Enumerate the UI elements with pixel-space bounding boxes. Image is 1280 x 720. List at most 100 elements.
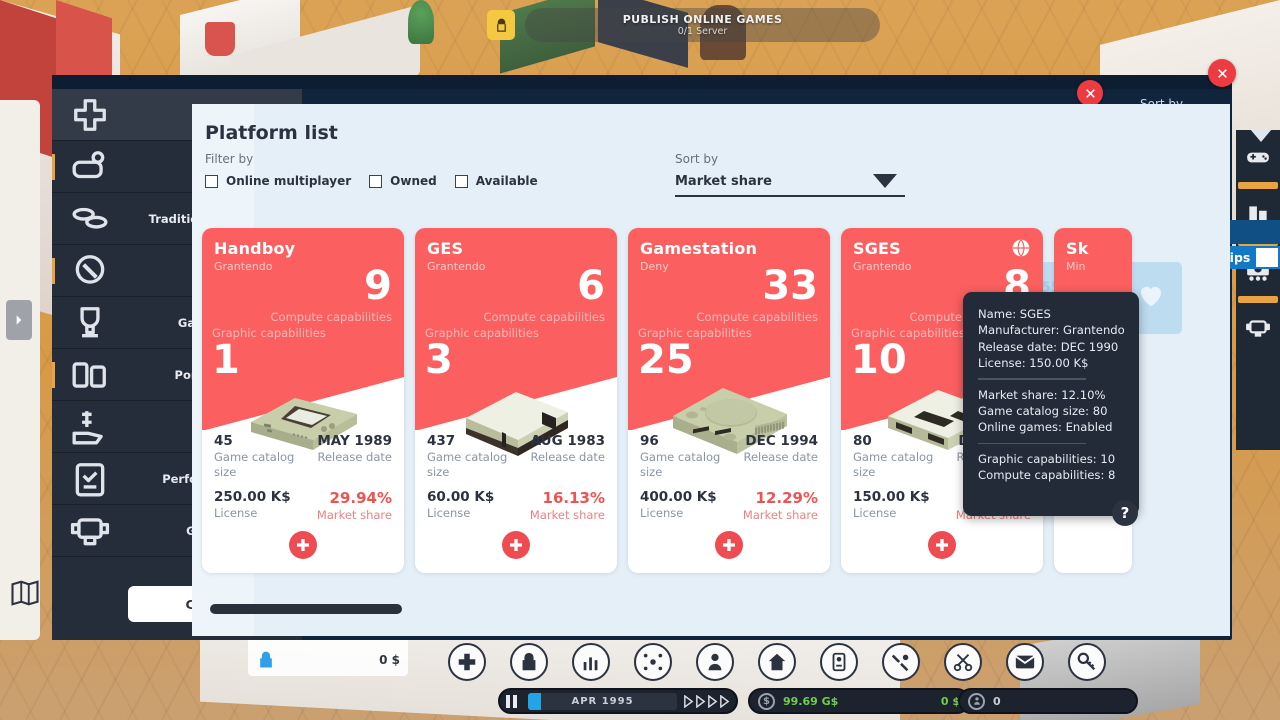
sort-label: Sort by: [675, 152, 718, 166]
lock-icon: [518, 651, 540, 673]
add-platform-button[interactable]: [289, 531, 317, 559]
month-progress-fill: [528, 693, 541, 710]
hud-button-tools[interactable]: [882, 643, 920, 681]
sidebar-expand-button[interactable]: [6, 300, 32, 340]
hud-button-person[interactable]: [696, 643, 734, 681]
add-platform-button[interactable]: [502, 531, 530, 559]
hud-button-lock[interactable]: [510, 643, 548, 681]
card-release-label: Release date: [733, 450, 818, 465]
plus-pad-icon: [64, 96, 116, 134]
horizontal-scrollbar[interactable]: [210, 604, 1170, 614]
fast-forward-icon: [683, 695, 694, 708]
hud-button-home[interactable]: [758, 643, 796, 681]
add-platform-button[interactable]: [928, 531, 956, 559]
card-graphic-value: 3: [425, 340, 453, 380]
platform-tooltip: Name: SGES Manufacturer: Grantendo Relea…: [963, 292, 1139, 516]
tooltip-line-market-share: Market share: 12.10%: [978, 387, 1124, 403]
chevron-right-icon: [12, 313, 26, 327]
pause-icon[interactable]: [506, 695, 522, 708]
money-bar[interactable]: $ 99.69 G$ 0 $: [748, 688, 970, 714]
chevron-down-icon[interactable]: [873, 174, 897, 188]
machine-icon: [828, 651, 850, 673]
percent-chat-icon: [64, 252, 116, 290]
hud-button-chart[interactable]: [572, 643, 610, 681]
card-release-value: DEC 1994: [733, 432, 818, 450]
chevron-down-icon[interactable]: [1250, 129, 1272, 142]
plus-icon: [508, 537, 524, 553]
gamepad-gear-icon: [64, 148, 116, 186]
card-compute-value: 33: [762, 266, 818, 306]
checkbox-online-multiplayer[interactable]: [205, 175, 218, 188]
plus-icon: [934, 537, 950, 553]
scrollbar-thumb[interactable]: [210, 604, 402, 614]
card-market-label: Market share: [307, 508, 392, 523]
card-stats: 96 Game catalog size DEC 1994 Release da…: [628, 432, 830, 523]
card-graphic-value: 10: [851, 340, 907, 380]
map-button[interactable]: [8, 576, 42, 610]
platform-card[interactable]: Gamestation Deny 33 Compute capabilities…: [628, 228, 830, 573]
hud-button-scissors[interactable]: [944, 643, 982, 681]
money-balance: 99.69 G$: [783, 695, 838, 708]
add-platform-button[interactable]: [715, 531, 743, 559]
time-control-bar[interactable]: APR 1995: [498, 688, 738, 714]
card-catalog-label: Game catalog size: [214, 450, 307, 480]
help-button[interactable]: ?: [1112, 500, 1138, 526]
card-license-value: 400.00 K$: [640, 488, 733, 506]
hud-button-machine[interactable]: [820, 643, 858, 681]
checkbox-available[interactable]: [455, 175, 468, 188]
card-catalog-label: Game catalog size: [640, 450, 733, 480]
card-compute-label: Compute capabilities: [484, 310, 605, 324]
card-platform-name: Gamestation: [640, 239, 757, 258]
hud-button-key[interactable]: [1068, 643, 1106, 681]
fans-bar[interactable]: 0: [958, 688, 1138, 714]
sort-select-value[interactable]: Market share: [675, 174, 905, 189]
filter-label: Filter by: [205, 152, 253, 166]
person-icon: [704, 651, 726, 673]
hud-button-mail[interactable]: [1006, 643, 1044, 681]
platform-card[interactable]: GES Grantendo 6 Compute capabilities Gra…: [415, 228, 617, 573]
sort-select-underline: [675, 195, 905, 197]
clipboard-icon: [64, 460, 116, 498]
tooltip-line-compute: Compute capabilities: 8: [978, 467, 1124, 483]
modal-close-icon-button[interactable]: [1077, 80, 1103, 106]
lock-icon: [256, 649, 276, 671]
card-compute-label: Compute capabilities: [697, 310, 818, 324]
card-catalog-value: 437: [427, 432, 520, 450]
card-license-value: 250.00 K$: [214, 488, 307, 506]
chart-icon: [580, 651, 602, 673]
card-platform-name: Handboy: [214, 239, 295, 258]
card-license-label: License: [427, 506, 520, 521]
trophy-icon: [64, 304, 116, 342]
card-market-value: 29.94%: [307, 488, 392, 508]
tooltip-line-online-games: Online games: Enabled: [978, 419, 1124, 435]
checkbox-owned[interactable]: [369, 175, 382, 188]
tooltip-line-license: License: 150.00 K$: [978, 355, 1124, 371]
map-icon: [10, 578, 40, 608]
card-compute-value: 6: [577, 266, 605, 306]
hud-locked-slot[interactable]: 0 $: [256, 643, 400, 676]
modal-title-bar: [52, 75, 1232, 89]
tooltip-line-release-date: Release date: DEC 1990: [978, 339, 1124, 355]
tooltip-line-graphic: Graphic capabilities: 10: [978, 451, 1124, 467]
card-catalog-value: 96: [640, 432, 733, 450]
right-toolbar-item-monitor[interactable]: [1238, 307, 1278, 349]
hud-button-plus[interactable]: [448, 643, 486, 681]
network-icon: [642, 651, 664, 673]
sidebar-accent-tick: [52, 154, 55, 180]
plus-icon: [721, 537, 737, 553]
card-manufacturer: Grantendo: [853, 260, 912, 273]
objective-title: PUBLISH ONLINE GAMES: [623, 13, 783, 26]
color-swatch: [1256, 248, 1278, 267]
left-toolbar: [0, 100, 40, 640]
speed-controls[interactable]: [683, 695, 730, 708]
coin-icon: $: [758, 693, 775, 710]
globe-icon: [1011, 238, 1031, 258]
hud-button-network[interactable]: [634, 643, 672, 681]
window-close-button[interactable]: [1208, 59, 1236, 87]
monitor-icon: [1245, 315, 1271, 341]
close-icon: [1216, 67, 1229, 80]
platform-card[interactable]: Handboy Grantendo 9 Compute capabilities…: [202, 228, 404, 573]
screen-icon: [64, 512, 116, 550]
card-license-label: License: [214, 506, 307, 521]
card-platform-name: Sk: [1066, 239, 1089, 258]
